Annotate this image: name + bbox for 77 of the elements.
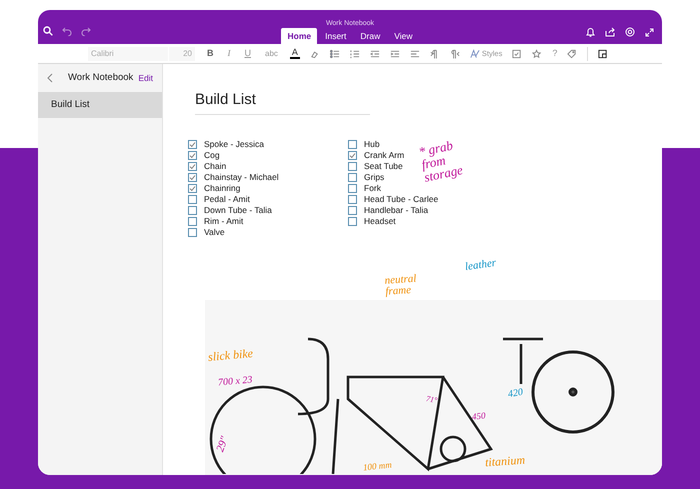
handwritten-note: 450	[471, 409, 486, 424]
checklist-item: Rim - Amit	[204, 214, 244, 228]
checklist-item: Chainstay - Michael	[204, 170, 279, 184]
numbered-list-icon[interactable]	[350, 48, 360, 58]
paragraph-rtl-icon[interactable]	[450, 48, 460, 58]
handwritten-note: titanium	[484, 452, 526, 472]
outdent-icon[interactable]	[370, 48, 380, 58]
checkbox[interactable]	[348, 150, 357, 160]
checklist-item: Chain	[204, 160, 226, 172]
todo-checkbox-icon[interactable]	[512, 48, 522, 58]
star-icon[interactable]	[532, 48, 542, 58]
page-list-item[interactable]: Build List	[38, 92, 162, 118]
checklist-item: Down Tube - Talia	[204, 204, 272, 216]
tab[interactable]: Home	[281, 28, 318, 44]
edit-link[interactable]: Edit	[138, 72, 153, 84]
tab[interactable]: Insert	[319, 28, 352, 44]
checkbox[interactable]	[188, 172, 197, 182]
checkbox[interactable]	[188, 228, 197, 236]
checklist-item: Seat Tube	[364, 160, 403, 172]
expand-icon[interactable]	[645, 28, 654, 36]
notebook-title: Work Notebook	[68, 70, 134, 85]
checklist-item: Fork	[364, 182, 381, 194]
tab[interactable]: View	[388, 28, 418, 44]
search-icon[interactable]	[43, 26, 53, 36]
help-button[interactable]: ?	[552, 46, 558, 60]
checklist-item: Handlebar - Talia	[364, 204, 428, 216]
checkbox[interactable]	[188, 184, 197, 192]
checklist-item: Hub	[364, 138, 380, 150]
checkbox[interactable]	[348, 140, 357, 148]
checklist-item: Crank Arm	[364, 148, 404, 162]
sticky-note-icon[interactable]	[598, 48, 608, 58]
handwritten-note: neutral frame	[384, 272, 418, 298]
checkbox[interactable]	[348, 216, 357, 226]
checkbox[interactable]	[188, 206, 197, 214]
undo-icon[interactable]	[62, 26, 72, 36]
checkbox[interactable]	[188, 216, 197, 226]
bell-icon[interactable]	[586, 27, 595, 37]
checklist-item: Chainring	[204, 182, 240, 194]
handwritten-note: slick bike	[207, 345, 254, 366]
align-icon[interactable]	[410, 48, 420, 58]
checklist-item: Valve	[204, 226, 225, 238]
indent-icon[interactable]	[390, 48, 400, 58]
font-color-button[interactable]: A	[290, 48, 300, 59]
paragraph-ltr-icon[interactable]	[430, 48, 440, 58]
checkbox[interactable]	[348, 172, 357, 182]
checklist-item: Cog	[204, 149, 220, 162]
settings-icon[interactable]	[625, 27, 635, 37]
tag-icon[interactable]	[567, 48, 578, 58]
checkbox[interactable]	[348, 162, 357, 170]
checklist-item: Headset	[364, 214, 396, 228]
handwritten-note: 420	[506, 386, 524, 402]
bullet-list-icon[interactable]	[330, 48, 340, 58]
checklist-item: Grips	[364, 170, 384, 184]
checklist-item: Spoke - Jessica	[204, 138, 264, 150]
bold-button[interactable]: B	[205, 46, 216, 60]
checkbox[interactable]	[348, 194, 357, 204]
checkbox[interactable]	[188, 194, 197, 204]
share-icon[interactable]	[605, 27, 615, 37]
strikethrough-button[interactable]: abc	[263, 48, 280, 60]
redo-icon[interactable]	[81, 26, 91, 36]
checkbox[interactable]	[348, 206, 357, 214]
handwritten-note: leather	[464, 256, 498, 276]
checklist-item: Head Tube - Carlee	[364, 192, 438, 206]
page-title: Build List	[195, 89, 370, 114]
handwritten-note: 29"	[213, 434, 232, 454]
handwritten-note: 100 mm	[362, 458, 392, 474]
checkbox[interactable]	[188, 140, 197, 148]
checklist-item: Pedal - Amit	[204, 193, 250, 206]
tab[interactable]: Draw	[354, 28, 386, 44]
checkbox[interactable]	[348, 184, 357, 192]
checkbox[interactable]	[188, 150, 197, 160]
back-icon[interactable]	[47, 73, 53, 83]
styles-icon	[470, 48, 480, 58]
handwritten-note: 71°	[425, 393, 438, 407]
handwritten-note: 700 x 23	[217, 374, 254, 390]
checkbox[interactable]	[188, 162, 197, 170]
handwritten-note: * grab from storage	[418, 136, 466, 184]
